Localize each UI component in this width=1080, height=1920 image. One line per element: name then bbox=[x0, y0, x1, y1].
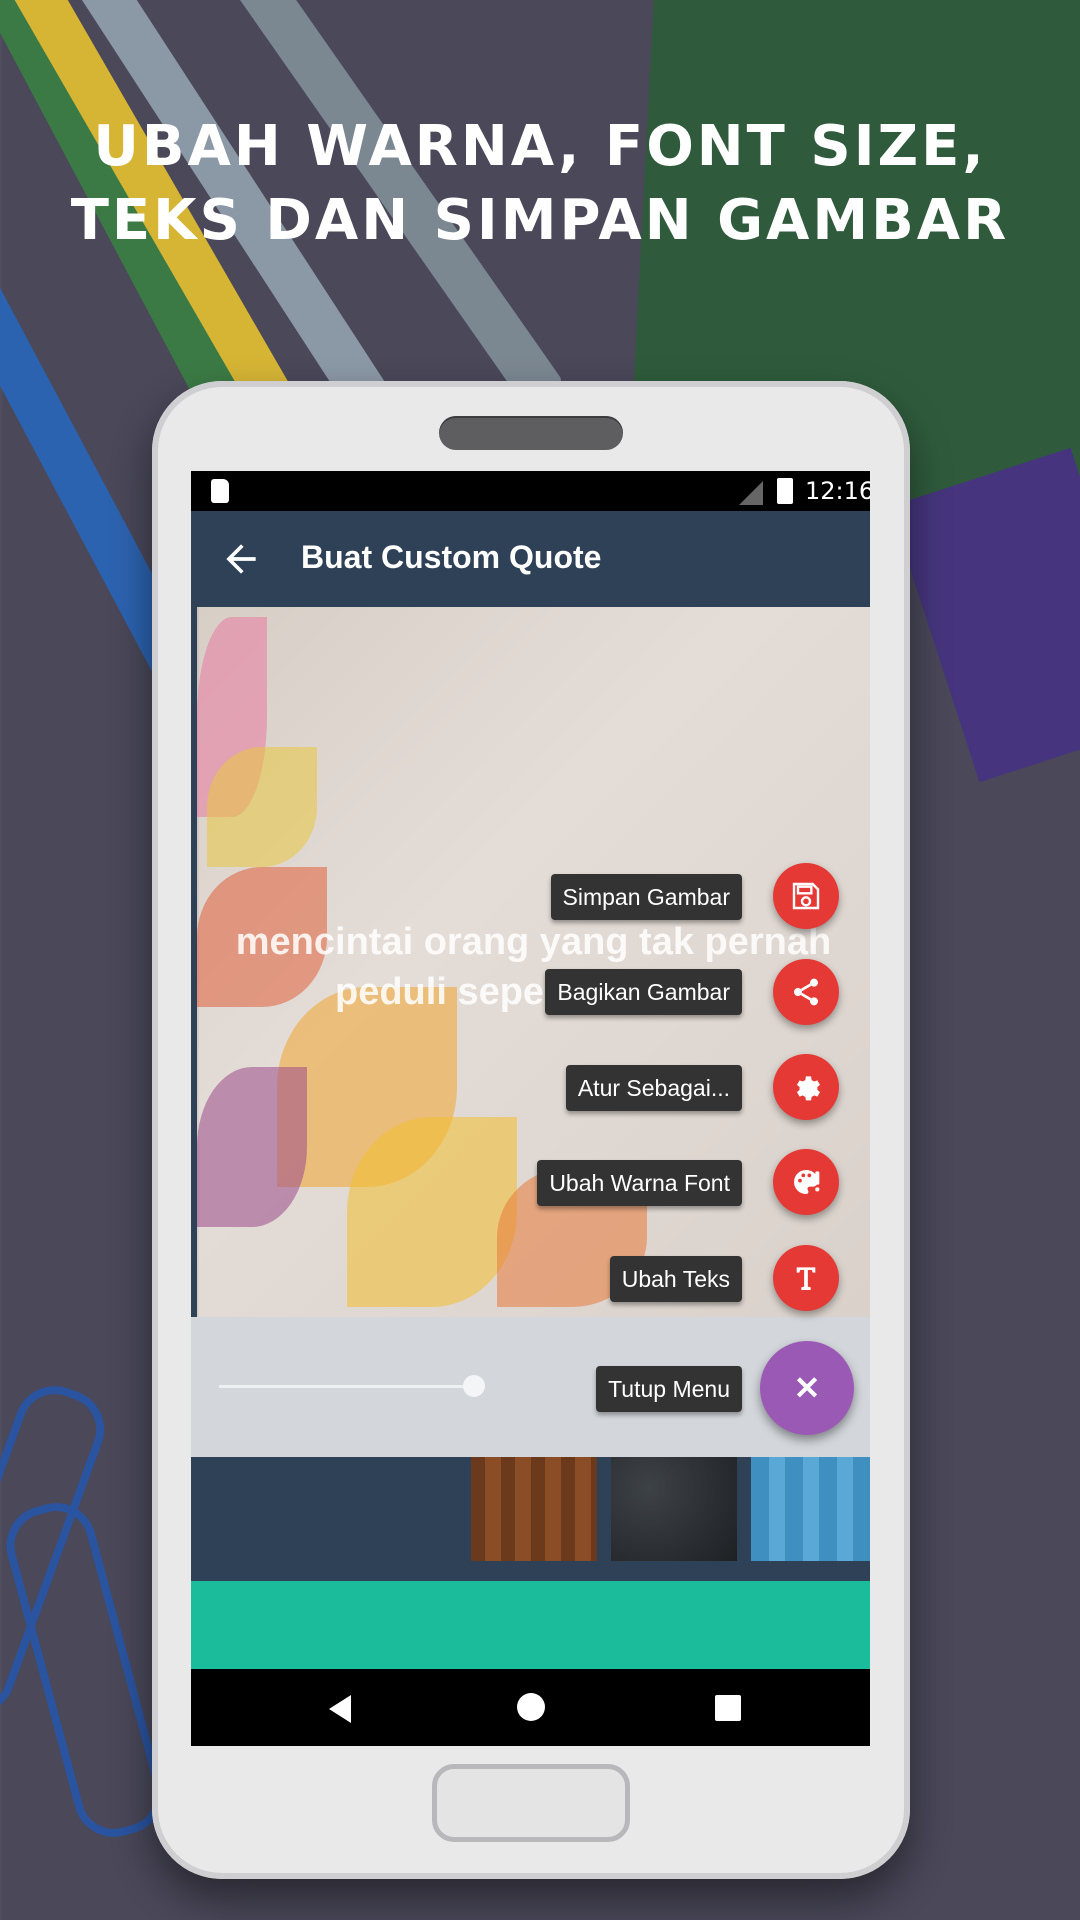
edit-text-button[interactable] bbox=[773, 1245, 839, 1311]
nav-back-icon[interactable] bbox=[329, 1695, 351, 1723]
status-time: 12:16 bbox=[805, 477, 870, 505]
fab-label-save[interactable]: Simpan Gambar bbox=[550, 874, 742, 920]
save-button[interactable] bbox=[773, 863, 839, 929]
thumbnail-blue-wood[interactable] bbox=[751, 1457, 870, 1561]
fab-label-set-as[interactable]: Atur Sebagai... bbox=[565, 1065, 742, 1111]
ad-banner[interactable] bbox=[191, 1581, 870, 1669]
background-purple-book bbox=[889, 447, 1080, 783]
quote-line-1: mencintai orang yang tak pernah bbox=[235, 921, 832, 963]
thumbnail-dark-stone[interactable] bbox=[611, 1457, 737, 1561]
quote-text[interactable]: mencintai orang yang tak pernah peduli s… bbox=[197, 917, 870, 1017]
close-menu-button[interactable]: ✕ bbox=[760, 1341, 854, 1435]
leaf-decoration bbox=[207, 747, 317, 867]
quote-canvas[interactable]: mencintai orang yang tak pernah peduli s… bbox=[197, 607, 870, 1317]
share-button[interactable] bbox=[773, 959, 839, 1025]
status-bar: 12:16 bbox=[191, 471, 870, 511]
palette-icon bbox=[794, 1170, 820, 1194]
leaf-decoration bbox=[347, 1117, 517, 1307]
sd-card-icon bbox=[211, 479, 229, 503]
font-color-button[interactable] bbox=[773, 1149, 839, 1215]
thumbnail-autumn-wood[interactable] bbox=[471, 1457, 597, 1561]
share-icon bbox=[794, 978, 818, 1006]
text-icon bbox=[796, 1267, 816, 1290]
promo-headline: UBAH WARNA, FONT SIZE, TEKS DAN SIMPAN G… bbox=[0, 110, 1080, 258]
no-signal-icon bbox=[739, 481, 763, 505]
headline-line-1: UBAH WARNA, FONT SIZE, bbox=[93, 114, 987, 179]
background-thumbnails bbox=[191, 1457, 870, 1581]
nav-home-icon[interactable] bbox=[517, 1693, 545, 1721]
font-size-slider-thumb[interactable] bbox=[463, 1375, 485, 1397]
set-as-button[interactable] bbox=[773, 1054, 839, 1120]
fab-label-font-color[interactable]: Ubah Warna Font bbox=[537, 1160, 742, 1206]
page-title: Buat Custom Quote bbox=[301, 539, 602, 575]
close-icon: ✕ bbox=[793, 1370, 821, 1406]
phone-home-button bbox=[432, 1764, 630, 1842]
leaf-decoration bbox=[197, 1067, 307, 1227]
gear-icon bbox=[796, 1076, 820, 1101]
phone-speaker bbox=[439, 416, 623, 450]
fab-label-edit-text[interactable]: Ubah Teks bbox=[609, 1256, 742, 1302]
font-size-slider-track[interactable] bbox=[219, 1385, 479, 1388]
nav-recents-icon[interactable] bbox=[715, 1695, 741, 1721]
system-nav-bar bbox=[191, 1669, 870, 1746]
background-paperclip bbox=[0, 1494, 173, 1846]
fab-label-share[interactable]: Bagikan Gambar bbox=[545, 969, 742, 1015]
arrow-left-icon[interactable] bbox=[219, 537, 263, 581]
battery-charging-icon bbox=[777, 478, 793, 504]
phone-screen: 12:16 Buat Custom Quote mencintai orang … bbox=[191, 471, 870, 1746]
headline-line-2: TEKS DAN SIMPAN GAMBAR bbox=[70, 188, 1010, 253]
fab-label-close-menu[interactable]: Tutup Menu bbox=[596, 1366, 742, 1412]
app-bar: Buat Custom Quote bbox=[191, 511, 870, 607]
save-icon bbox=[792, 882, 820, 910]
quote-line-2: peduli sepe bbox=[335, 971, 545, 1013]
